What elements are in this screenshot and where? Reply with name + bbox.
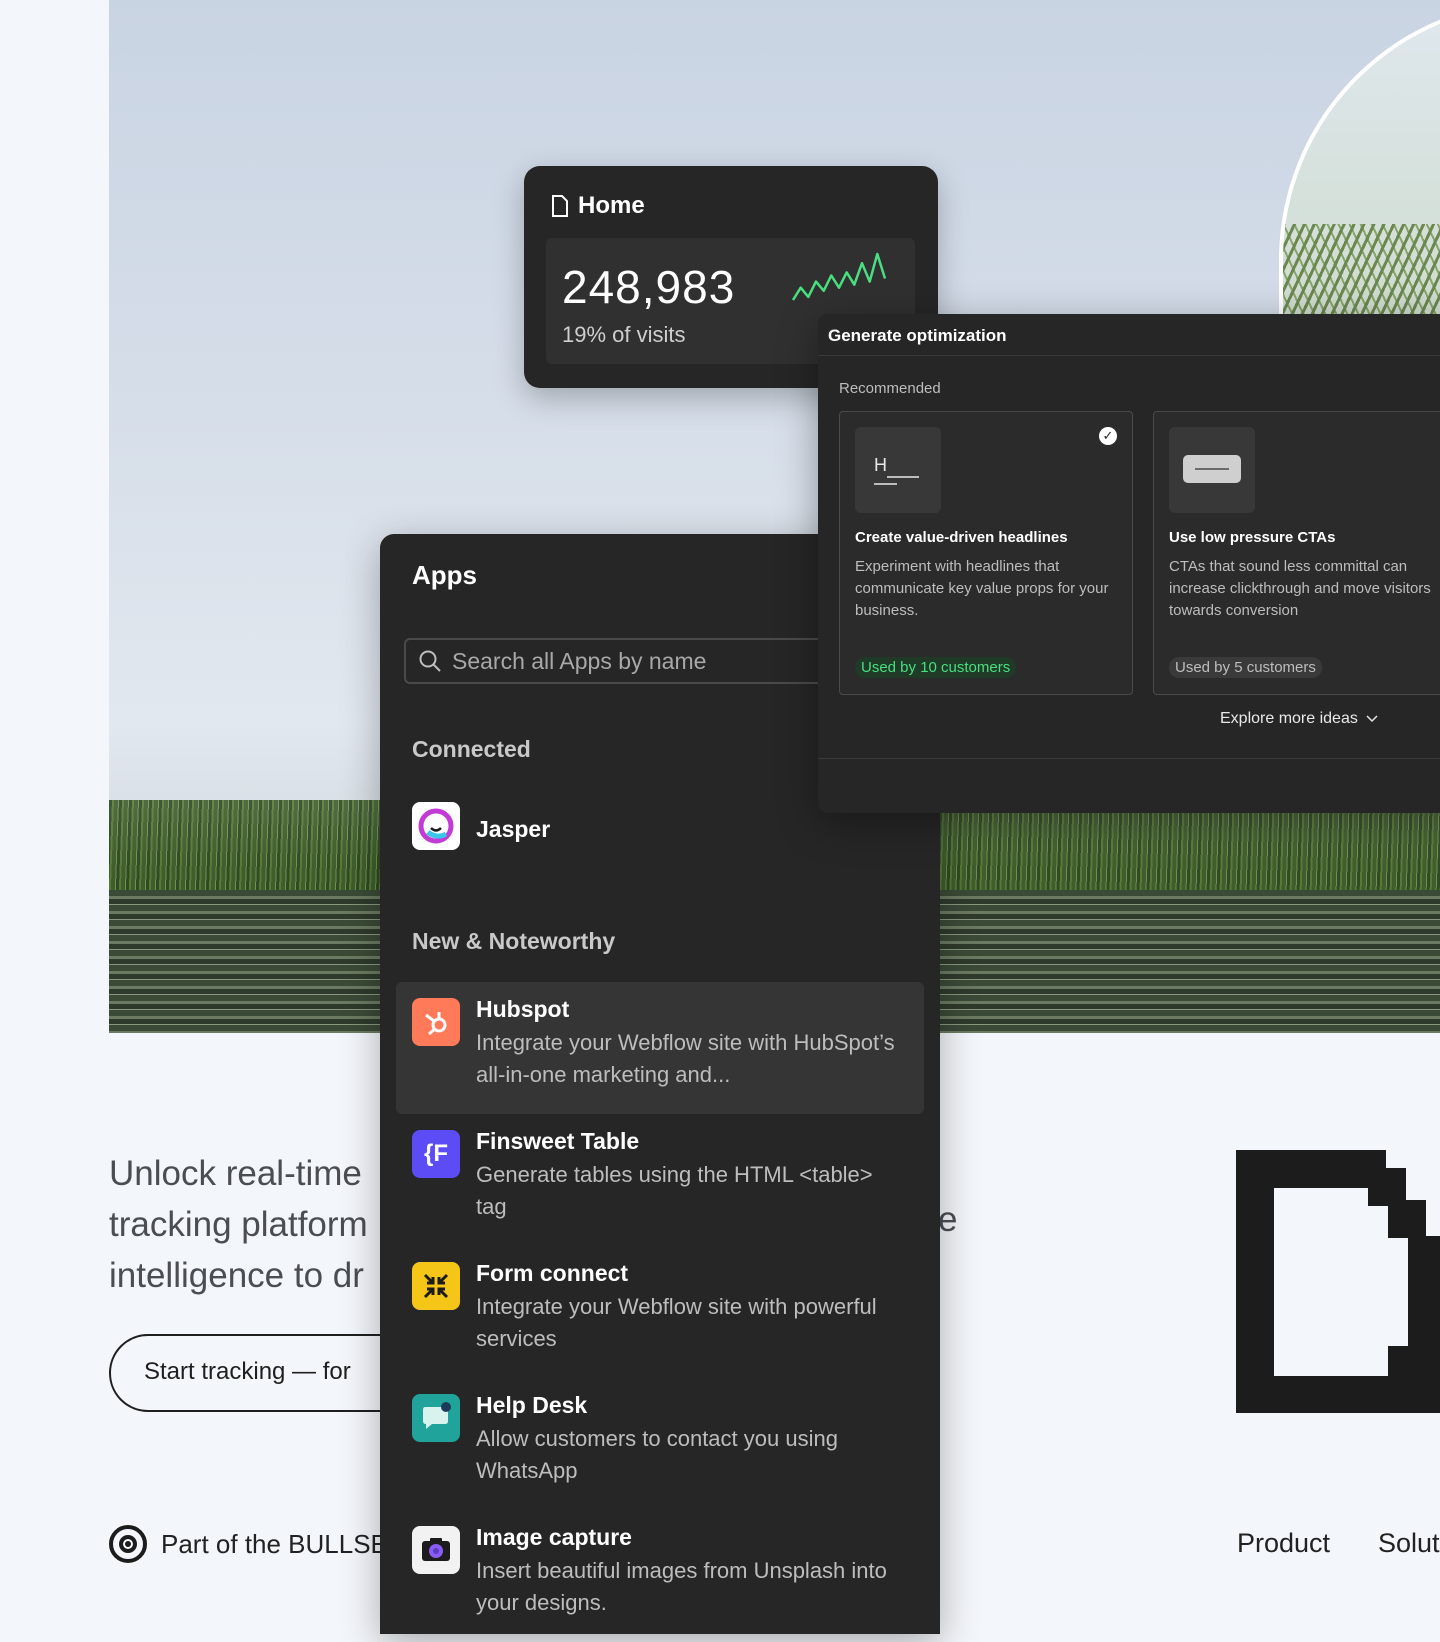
sparkline-line — [791, 252, 887, 301]
idea-description: CTAs that sound less committal can incre… — [1169, 558, 1431, 619]
home-card-title: Home — [578, 192, 645, 219]
app-name: Image capture — [476, 1524, 632, 1550]
part-of-text: Part of the BULLSE — [161, 1528, 388, 1559]
finsweet-icon: {F — [412, 1130, 460, 1178]
explore-more-ideas-button[interactable]: Explore more ideas — [1220, 710, 1378, 728]
app-row-image-capture[interactable]: Image capture Insert beautiful images fr… — [396, 1510, 924, 1642]
svg-text:H: H — [874, 455, 887, 475]
app-description: Integrate your Webflow site with powerfu… — [476, 1294, 877, 1351]
nav-solutions[interactable]: Solut — [1378, 1528, 1440, 1559]
jasper-icon — [412, 802, 460, 850]
connected-label: Connected — [412, 736, 531, 762]
bullseye-icon — [109, 1525, 147, 1563]
app-row-hubspot[interactable]: Hubspot Integrate your Webflow site with… — [396, 982, 924, 1114]
app-description: Insert beautiful images from Unsplash in… — [476, 1558, 887, 1615]
app-name: Finsweet Table — [476, 1128, 640, 1154]
image-capture-icon — [412, 1526, 460, 1574]
stat-subtitle: 19% of visits — [562, 322, 686, 347]
sparkline-chart — [791, 252, 887, 301]
chevron-down-icon — [1366, 715, 1378, 723]
idea-card-ctas[interactable]: Use low pressure CTAs CTAs that sound le… — [1153, 411, 1440, 695]
pixel-logo — [1236, 1150, 1440, 1413]
stat-value: 248,983 — [562, 261, 736, 313]
button-icon — [1169, 427, 1255, 513]
headline-icon: H — [855, 427, 941, 513]
noteworthy-label: New & Noteworthy — [412, 928, 616, 954]
generate-optimization-panel: Generate optimization Recommended H ✓ Cr… — [818, 314, 1440, 813]
hubspot-icon — [412, 998, 460, 1046]
help-desk-icon — [412, 1394, 460, 1442]
part-of-label: Part of the BULLSE — [109, 1525, 388, 1563]
explore-label: Explore more ideas — [1220, 710, 1358, 727]
generate-title: Generate optimization — [818, 314, 1440, 356]
apps-title: Apps — [412, 560, 477, 590]
app-row-form-connect[interactable]: Form connect Integrate your Webflow site… — [396, 1246, 924, 1378]
app-description: Generate tables using the HTML <table> t… — [476, 1162, 873, 1219]
hero-headline-trailing: e — [938, 1200, 958, 1239]
app-row-finsweet[interactable]: {F Finsweet Table Generate tables using … — [396, 1114, 924, 1246]
selected-check-icon: ✓ — [1099, 427, 1117, 445]
usage-badge: Used by 5 customers — [1169, 657, 1322, 678]
app-description: Allow customers to contact you using Wha… — [476, 1426, 838, 1483]
app-name: Hubspot — [476, 996, 570, 1022]
app-row-help-desk[interactable]: Help Desk Allow customers to contact you… — [396, 1378, 924, 1510]
usage-badge: Used by 10 customers — [855, 657, 1017, 678]
form-connect-icon — [412, 1262, 460, 1310]
app-description: Integrate your Webflow site with HubSpot… — [476, 1030, 895, 1087]
apps-search-input[interactable] — [450, 646, 854, 676]
idea-description: Experiment with headlines that communica… — [855, 558, 1109, 619]
search-icon — [419, 650, 441, 672]
idea-title: Create value-driven headlines — [855, 529, 1068, 546]
home-card-header: Home — [551, 192, 645, 220]
recommended-label: Recommended — [839, 380, 941, 397]
divider — [818, 758, 1440, 759]
page-icon — [552, 195, 568, 217]
app-name: Help Desk — [476, 1392, 588, 1418]
idea-title: Use low pressure CTAs — [1169, 529, 1336, 546]
app-name: Form connect — [476, 1260, 629, 1286]
nav-product[interactable]: Product — [1237, 1528, 1330, 1559]
idea-card-headlines[interactable]: H ✓ Create value-driven headlines Experi… — [839, 411, 1133, 695]
